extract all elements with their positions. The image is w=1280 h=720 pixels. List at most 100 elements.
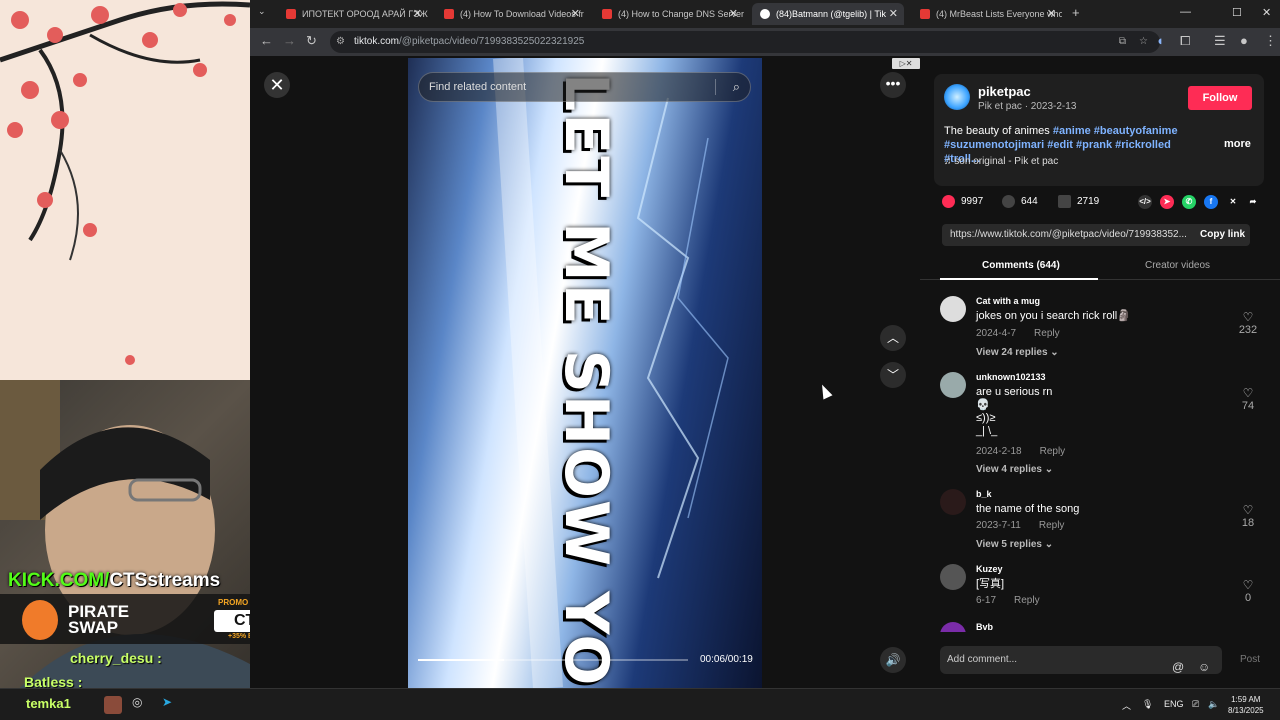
share-arrow-icon[interactable]: ➦ <box>1246 195 1260 209</box>
comment-like[interactable]: ♡ 0 <box>1236 578 1260 604</box>
like-stat[interactable]: 9997 <box>942 195 983 208</box>
comment-like[interactable]: ♡ 232 <box>1236 310 1260 336</box>
comment-input[interactable]: Add comment... @ ☺ <box>940 646 1222 674</box>
view-replies-button[interactable]: View 24 replies ⌄ <box>976 347 1059 358</box>
comment-user[interactable]: Kuzey <box>976 564 1003 574</box>
tab-2[interactable]: (4) How To Download Videos fr ✕ <box>436 3 586 25</box>
reply-button[interactable]: Reply <box>1039 520 1065 531</box>
avatar[interactable] <box>940 296 966 322</box>
profile-avatar-icon[interactable]: ● <box>1240 33 1248 48</box>
maximize-icon[interactable]: ☐ <box>1232 6 1242 19</box>
network-icon[interactable]: ⎚ <box>1192 699 1199 710</box>
author-username[interactable]: piketpac <box>978 84 1031 99</box>
reply-button[interactable]: Reply <box>1034 328 1060 339</box>
volume-tray-icon[interactable]: 🔈 <box>1208 699 1219 710</box>
mention-icon[interactable]: @ <box>1172 653 1184 681</box>
close-tab-icon[interactable]: ✕ <box>571 7 580 20</box>
minimize-icon[interactable]: — <box>1180 6 1191 18</box>
emoji-icon[interactable]: ☺ <box>1198 653 1210 681</box>
puzzle-extensions-icon[interactable]: ⧠ <box>1180 33 1190 49</box>
comment-meta: 2023-7-11 Reply <box>976 520 1064 531</box>
more-options-icon[interactable]: ••• <box>880 72 906 98</box>
comment-date: 2023-7-11 <box>976 520 1021 531</box>
heart-outline-icon: ♡ <box>1242 578 1254 592</box>
language-indicator[interactable]: ENG <box>1164 699 1184 709</box>
media-controls-icon[interactable]: ☰ <box>1214 33 1226 49</box>
comment-user[interactable]: Cat with a mug <box>976 296 1040 306</box>
tab-5[interactable]: (4) MrBeast Lists Everyone who ✕ <box>912 3 1062 25</box>
close-tab-icon[interactable]: ✕ <box>413 7 422 20</box>
close-tab-icon[interactable]: ✕ <box>729 7 738 20</box>
install-app-icon[interactable]: ⧉ <box>1119 31 1126 53</box>
avatar[interactable] <box>940 372 966 398</box>
new-tab-icon[interactable]: + <box>1072 5 1080 20</box>
bookmark-star-icon[interactable]: ☆ <box>1139 31 1148 53</box>
follow-button[interactable]: Follow <box>1188 86 1252 110</box>
comment-user[interactable]: unknown102133 <box>976 372 1046 382</box>
post-button[interactable]: Post <box>1240 654 1260 665</box>
save-stat[interactable]: 2719 <box>1058 195 1099 208</box>
chat-user-3: temka1 <box>26 696 71 711</box>
cherry-blossom-artwork <box>0 0 250 380</box>
close-tab-icon[interactable]: ✕ <box>889 7 898 20</box>
close-tab-icon[interactable]: ✕ <box>1047 7 1056 20</box>
tiktok-icon <box>760 9 770 19</box>
copy-link-button[interactable]: Copy link <box>1200 229 1245 240</box>
search-icon[interactable]: ⌕ <box>733 73 740 101</box>
obs-icon[interactable]: ◎ <box>132 695 142 709</box>
send-to-friends-icon[interactable]: ➤ <box>1160 195 1174 209</box>
tab-3[interactable]: (4) How to Change DNS Server ✕ <box>594 3 744 25</box>
avatar[interactable] <box>940 489 966 515</box>
active-tab-indicator <box>940 278 1098 280</box>
reply-button[interactable]: Reply <box>1040 446 1066 457</box>
sound-link[interactable]: ♫ son original - Pik et pac <box>944 156 1058 167</box>
whatsapp-icon[interactable]: ✆ <box>1182 195 1196 209</box>
reload-icon[interactable]: ↻ <box>306 33 317 49</box>
comment-user[interactable]: b_k <box>976 489 992 499</box>
reply-button[interactable]: Reply <box>1014 595 1040 606</box>
close-video-icon[interactable]: ✕ <box>264 72 290 98</box>
comment-item: Kuzey [写真] 6-17 Reply ♡ 0 <box>940 564 1260 614</box>
x-icon[interactable]: ✕ <box>1226 195 1240 209</box>
video-frame[interactable]: LET ME SHOW YOU <box>408 58 762 688</box>
tab-1[interactable]: ИПОТЕКТ ОРООД АРАЙ ГЭЖ ✕ <box>278 3 428 25</box>
comment-user[interactable]: Bvb <box>976 622 993 632</box>
telegram-icon[interactable]: ➤ <box>162 695 172 709</box>
caption-more-link[interactable]: more <box>1224 138 1251 150</box>
facebook-icon[interactable]: f <box>1204 195 1218 209</box>
forward-icon[interactable]: → <box>283 33 296 48</box>
address-bar[interactable]: ⚙ tiktok.com/@piketpac/video/71993835250… <box>330 31 1160 53</box>
menu-dots-icon[interactable]: ⋮ <box>1264 33 1277 49</box>
avatar[interactable] <box>940 622 966 632</box>
extension-icon[interactable]: ◖ <box>1156 33 1164 48</box>
save-count: 2719 <box>1077 196 1100 208</box>
tray-expand-icon[interactable]: ︿ <box>1122 699 1131 712</box>
microphone-icon[interactable]: 🎙 <box>1142 699 1153 710</box>
ad-choices-icon[interactable]: ▷✕ <box>892 58 920 69</box>
view-replies-button[interactable]: View 4 replies ⌄ <box>976 464 1053 475</box>
volume-icon[interactable]: 🔊 <box>880 647 906 673</box>
view-replies-button[interactable]: View 5 replies ⌄ <box>976 539 1053 550</box>
comment-stat[interactable]: 644 <box>1002 195 1038 208</box>
search-input[interactable]: Find related content ⌕ <box>418 72 751 102</box>
embed-icon[interactable]: </> <box>1138 195 1152 209</box>
next-video-icon[interactable]: ﹀ <box>880 362 906 388</box>
close-window-icon[interactable]: ✕ <box>1262 6 1271 19</box>
comment-like[interactable]: ♡ 18 <box>1236 503 1260 529</box>
avatar[interactable] <box>944 84 970 110</box>
tab-creator-videos[interactable]: Creator videos <box>1145 260 1210 271</box>
previous-video-icon[interactable]: ︿ <box>880 325 906 351</box>
tab-comments[interactable]: Comments (644) <box>982 260 1060 271</box>
site-info-icon[interactable]: ⚙ <box>336 31 345 53</box>
system-clock[interactable]: 1:59 AM 8/13/2025 <box>1228 694 1264 716</box>
comment-like[interactable]: ♡ 74 <box>1236 386 1260 412</box>
hashtags-line-1[interactable]: #anime #beautyofanime <box>1053 125 1178 137</box>
comment-like-count: 18 <box>1241 517 1255 529</box>
tab-4-active[interactable]: (84)Batmann (@tgelib) | Tik ✕ <box>752 3 904 25</box>
avatar[interactable] <box>940 564 966 590</box>
comment-date: 2024-2-18 <box>976 446 1022 457</box>
app-icon[interactable] <box>104 696 122 714</box>
tab-list-chevron-icon[interactable]: ⌄ <box>258 6 266 17</box>
video-progress-bar[interactable] <box>418 659 688 661</box>
back-icon[interactable]: ← <box>260 33 273 48</box>
